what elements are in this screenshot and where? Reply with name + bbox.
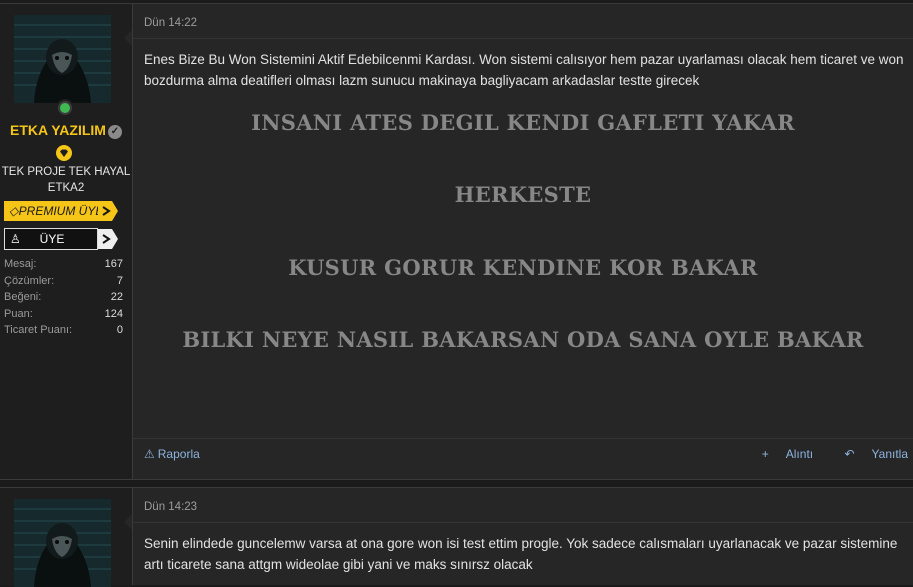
post-actions: + Alıntı ↶ Yanıtla <box>734 447 908 461</box>
user-info-panel <box>0 488 133 587</box>
report-link[interactable]: ⚠ Raporla <box>144 447 200 461</box>
stat-value: 167 <box>104 258 123 270</box>
avatar[interactable] <box>14 15 111 103</box>
message-content: Dün 14:22 Enes Bize Bu Won Sistemini Akt… <box>133 4 913 479</box>
ribbon-tail-icon <box>98 229 118 249</box>
username[interactable]: ETKA YAZILIM ✓ <box>0 122 132 139</box>
reply-label: Yanıtla <box>871 447 908 461</box>
stat-row: Ticaret Puanı: 0 <box>4 322 123 339</box>
stat-row: Mesaj: 167 <box>4 256 123 273</box>
user-title: TEK PROJE TEK HAYAL ETKA2 <box>0 164 132 196</box>
premium-member-banner: ◇ PREMIUM ÜYE <box>4 201 103 221</box>
quote-button[interactable]: + Alıntı <box>748 447 813 461</box>
reply-button[interactable]: ↶ Yanıtla <box>830 447 908 461</box>
signature-line: KUSUR GORUR KENDINE KOR BAKAR <box>288 255 758 280</box>
stat-label: Mesaj: <box>4 258 37 270</box>
post-date[interactable]: Dün 14:23 <box>144 501 197 513</box>
stat-value: 22 <box>110 291 123 303</box>
post-arrow <box>124 30 132 46</box>
stat-row: Puan: 124 <box>4 306 123 323</box>
message-content: Dün 14:23 Senin elindede guncelemw varsa… <box>133 488 913 585</box>
divider <box>133 522 913 523</box>
stat-label: Puan: <box>4 307 33 320</box>
avatar[interactable] <box>14 499 111 587</box>
stat-label: Ticaret Puanı: <box>4 324 73 336</box>
plus-icon: + <box>761 447 769 461</box>
username-label[interactable]: ETKA YAZILIM <box>10 122 106 138</box>
diamond-icon <box>56 145 72 161</box>
quote-label: Alıntı <box>785 447 814 461</box>
ribbon-tail-icon <box>98 201 118 221</box>
report-label: Raporla <box>157 447 200 461</box>
user-online-icon <box>56 99 74 117</box>
post: ETKA YAZILIM ✓ TEK PROJE TEK HAYAL ETKA2 … <box>0 3 913 480</box>
banner-label: ÜYE <box>39 232 65 246</box>
signature-line: HERKESTE <box>454 182 592 207</box>
divider <box>133 38 913 39</box>
post-arrow <box>124 514 132 530</box>
stat-label: Beğeni: <box>4 291 42 303</box>
warning-icon: ⚠ <box>144 447 155 461</box>
user-title-line: TEK PROJE TEK HAYAL <box>1 166 131 178</box>
signature-line: BILKI NEYE NASIL BAKARSAN ODA SANA OYLE … <box>182 327 864 352</box>
post: Dün 14:23 Senin elindede guncelemw varsa… <box>0 487 913 587</box>
stat-label: Çözümler: <box>4 274 55 287</box>
user-title-line: ETKA2 <box>47 182 85 194</box>
message-text: Senin elindede guncelemw varsa at ona go… <box>144 536 898 572</box>
member-banner: ♙ ÜYE <box>4 228 98 250</box>
verified-icon: ✓ <box>107 125 122 139</box>
user-info-panel: ETKA YAZILIM ✓ TEK PROJE TEK HAYAL ETKA2 … <box>0 4 133 479</box>
post-footer: ⚠ Raporla + Alıntı ↶ Yanıtla <box>133 438 913 479</box>
stat-row: Çözümler: 7 <box>4 273 123 290</box>
message-text: Enes Bize Bu Won Sistemini Aktif Edebilc… <box>144 52 904 88</box>
banner-label: PREMIUM ÜYE <box>18 204 104 218</box>
reply-icon: ↶ <box>844 447 855 461</box>
signature-line: INSANI ATES DEGIL KENDI GAFLETI YAKAR <box>251 110 795 135</box>
user-stats: Mesaj: 167 Çözümler: 7 Beğeni: 22 Puan: … <box>4 256 123 339</box>
stat-value: 124 <box>104 307 123 320</box>
stat-value: 0 <box>116 324 123 336</box>
post-date[interactable]: Dün 14:22 <box>144 17 197 29</box>
stat-value: 7 <box>116 274 123 287</box>
stat-row: Beğeni: 22 <box>4 289 123 306</box>
